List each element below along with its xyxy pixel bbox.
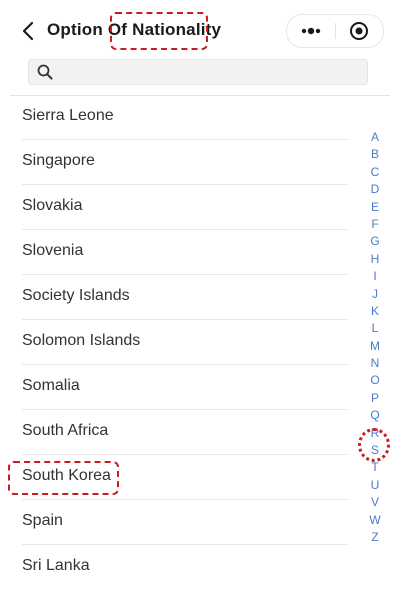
index-letter-h[interactable]: H <box>362 251 388 268</box>
search-bar[interactable] <box>28 59 368 85</box>
index-letter-o[interactable]: O <box>362 372 388 389</box>
search-input[interactable] <box>61 62 365 84</box>
country-list: Sierra Leone Singapore Slovakia Slovenia Soc… <box>0 95 360 590</box>
index-letter-p[interactable]: P <box>362 390 388 407</box>
country-label: Slovakia <box>22 197 83 214</box>
row-highlight-annotation <box>8 461 119 495</box>
country-item[interactable]: Slovenia <box>0 230 360 275</box>
index-letter-v[interactable]: V <box>362 494 388 511</box>
country-label: Slovenia <box>22 242 84 259</box>
index-letter-m[interactable]: M <box>362 338 388 355</box>
index-letter-l[interactable]: L <box>362 320 388 337</box>
index-letter-c[interactable]: C <box>362 164 388 181</box>
country-item[interactable]: Somalia <box>0 365 360 410</box>
title-highlight-annotation <box>110 12 208 50</box>
index-letter-t[interactable]: T <box>362 459 388 476</box>
index-letter-d[interactable]: D <box>362 181 388 198</box>
country-item[interactable]: Sri Lanka <box>0 545 360 590</box>
target-circle-icon[interactable] <box>345 21 373 41</box>
country-item[interactable]: Spain <box>0 500 360 545</box>
index-letter-g[interactable]: G <box>362 233 388 250</box>
index-letter-n[interactable]: N <box>362 355 388 372</box>
country-label: Somalia <box>22 377 80 394</box>
index-letter-q[interactable]: Q <box>362 407 388 424</box>
index-letter-i[interactable]: I <box>362 268 388 285</box>
country-label: Sierra Leone <box>22 107 114 124</box>
country-item[interactable]: South Africa <box>0 410 360 455</box>
country-label: Singapore <box>22 152 95 169</box>
search-icon <box>37 64 53 80</box>
index-letter-u[interactable]: U <box>362 477 388 494</box>
country-item[interactable]: Singapore <box>0 140 360 185</box>
index-letter-j[interactable]: J <box>362 286 388 303</box>
index-letter-w[interactable]: W <box>362 512 388 529</box>
country-label: Spain <box>22 512 63 529</box>
capsule-divider <box>335 23 336 39</box>
index-letter-f[interactable]: F <box>362 216 388 233</box>
index-letter-z[interactable]: Z <box>362 529 388 546</box>
index-letter-b[interactable]: B <box>362 146 388 163</box>
letter-highlight-annotation <box>358 428 390 462</box>
chevron-left-icon[interactable] <box>18 19 38 43</box>
index-letter-e[interactable]: E <box>362 199 388 216</box>
country-label: Society Islands <box>22 287 130 304</box>
country-item[interactable]: Slovakia <box>0 185 360 230</box>
country-label: Solomon Islands <box>22 332 141 349</box>
country-label: South Africa <box>22 422 109 439</box>
country-item[interactable]: Society Islands <box>0 275 360 320</box>
index-letter-k[interactable]: K <box>362 303 388 320</box>
country-item[interactable]: Sierra Leone <box>0 95 360 140</box>
miniprogram-capsule <box>286 14 384 48</box>
country-item[interactable]: Solomon Islands <box>0 320 360 365</box>
more-dots-icon[interactable] <box>297 21 325 41</box>
country-label: Sri Lanka <box>22 557 90 574</box>
alphabet-index: ABCDEFGHIJKLMNOPQRSTUVWZ <box>362 129 388 546</box>
index-letter-a[interactable]: A <box>362 129 388 146</box>
